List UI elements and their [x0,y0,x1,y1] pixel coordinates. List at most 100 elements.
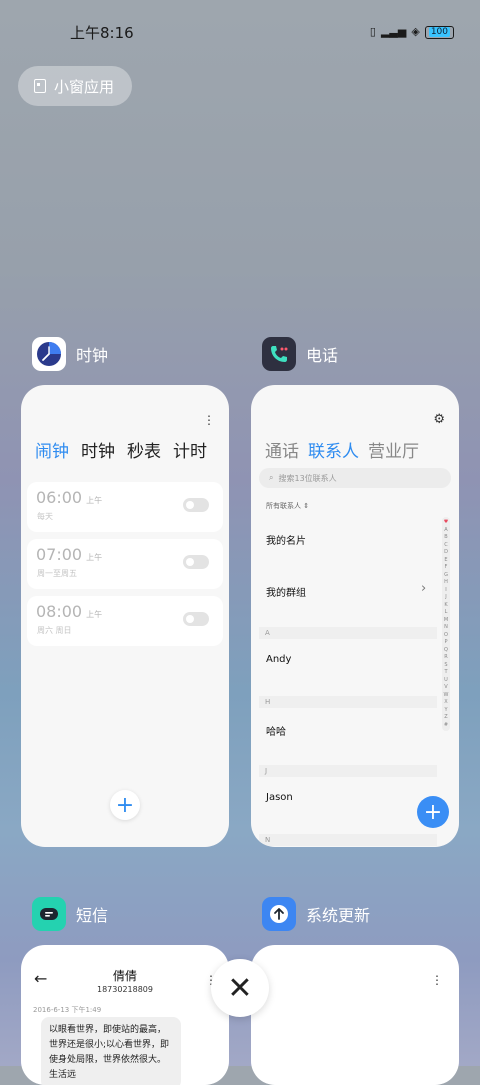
alphabet-index-letter[interactable]: C [444,542,448,550]
status-icons: ▯ ▂▃▅ ◈ 100 [370,24,454,40]
contact-item-andy[interactable]: Andy [266,654,291,665]
update-app-icon [262,897,296,931]
more-icon[interactable]: ⋮ [431,973,443,987]
small-window-icon [34,79,46,93]
alphabet-index-letter[interactable]: G [444,572,448,580]
alphabet-index-letter[interactable]: ♥ [444,519,448,527]
alphabet-index-letter[interactable]: I [445,587,446,595]
sms-contact-name: 倩倩 [112,969,137,983]
alarm-repeat: 周一至周五 [37,569,77,578]
tab-alarm[interactable]: 闹钟 [35,437,69,462]
my-groups-item[interactable]: 我的群组 [266,584,306,599]
phone-app-header[interactable]: 电话 [262,337,338,371]
contact-filter-dropdown[interactable]: 所有联系人 ⇕ [266,501,309,511]
tab-stopwatch[interactable]: 秒表 [127,437,161,462]
chevron-updown-icon: ⇕ [301,502,310,510]
phone-app-icon [262,337,296,371]
add-contact-button[interactable]: + [417,796,449,828]
alphabet-index-letter[interactable]: V [444,684,447,692]
alphabet-index-letter[interactable]: Z [444,714,447,722]
add-alarm-button[interactable]: + [110,790,140,820]
alphabet-index-letter[interactable]: B [444,534,447,542]
alphabet-index-letter[interactable]: M [444,617,448,625]
alarm-item[interactable]: 08:00 上午 周六 周日 [27,596,223,646]
clock-app-header[interactable]: 时钟 [32,337,108,371]
phone-tabs: 通话 联系人 营业厅 [265,437,419,462]
alarm-time: 08:00 [36,602,83,621]
alphabet-index-letter[interactable]: J [445,594,446,602]
sms-contact-number: 18730218809 [97,985,153,994]
vibrate-icon: ▯ [369,25,376,38]
alphabet-index-letter[interactable]: F [445,564,448,572]
alarm-item[interactable]: 07:00 上午 周一至周五 [27,539,223,589]
section-header-a: A [259,627,437,639]
contact-filter-label: 所有联系人 [266,502,301,510]
alphabet-index[interactable]: ♥ A B C D E F G H I J K L M N O P Q R S T U V W X Y Z # [442,517,450,731]
alphabet-index-letter[interactable]: N [444,624,448,632]
alarm-ampm: 上午 [86,496,103,505]
alphabet-index-letter[interactable]: L [445,609,448,617]
alphabet-index-letter[interactable]: U [444,677,448,685]
sms-app-icon [32,897,66,931]
update-app-card[interactable]: ⋮ [251,945,459,1085]
alarm-time-wrap: 06:00 上午 [36,488,102,507]
update-app-header[interactable]: 系统更新 [262,897,370,931]
alarm-time: 07:00 [36,545,83,564]
alarm-toggle[interactable] [183,498,209,512]
more-icon[interactable]: ⋮ [203,413,215,427]
alarm-time-wrap: 07:00 上午 [36,545,102,564]
update-app-name: 系统更新 [306,906,371,925]
alphabet-index-letter[interactable]: # [444,722,448,730]
search-icon: ⌕ [269,473,274,482]
message-bubble[interactable]: 以眼看世界，即使站的最高，世界还是很小;以心看世界，即使身处局限，世界依然很大。… [41,1017,181,1085]
contact-item-haha[interactable]: 哈哈 [266,723,286,738]
alarm-toggle[interactable] [183,555,209,569]
sms-app-name: 短信 [76,906,109,925]
alarm-ampm: 上午 [86,610,103,619]
alarm-ampm: 上午 [86,553,103,562]
clear-all-button[interactable]: ✕ [211,959,269,1017]
alphabet-index-letter[interactable]: K [444,602,447,610]
sms-app-header[interactable]: 短信 [32,897,108,931]
alphabet-index-letter[interactable]: Q [444,647,448,655]
tab-calls[interactable]: 通话 [265,437,299,462]
alphabet-index-letter[interactable]: Y [444,707,447,715]
section-header-h: H [259,696,437,708]
contact-item-jason[interactable]: Jason [266,792,293,803]
settings-gear-icon[interactable]: ⚙ [433,412,445,427]
tab-service-hall[interactable]: 营业厅 [368,437,419,462]
sms-app-card[interactable]: ← 倩倩 18730218809 ⋮ 2016-6-13 下午1:49 以眼看世… [21,945,229,1085]
alphabet-index-letter[interactable]: P [444,639,447,647]
message-timestamp: 2016-6-13 下午1:49 [33,1006,102,1014]
alphabet-index-letter[interactable]: H [444,579,448,587]
alphabet-index-letter[interactable]: T [444,669,447,677]
phone-app-name: 电话 [306,346,339,365]
alphabet-index-letter[interactable]: D [444,549,448,557]
alphabet-index-letter[interactable]: S [444,662,447,670]
clock-app-card[interactable]: ⋮ 闹钟 时钟 秒表 计时 06:00 上午 每天 07:00 上午 周一至周五 0… [21,385,229,847]
battery-icon: 100 [424,25,454,39]
tab-timer[interactable]: 计时 [173,437,207,462]
alphabet-index-letter[interactable]: O [444,632,448,640]
alphabet-index-letter[interactable]: R [444,654,447,662]
phone-app-card[interactable]: ⚙ 通话 联系人 营业厅 ⌕ 搜索13位联系人 所有联系人 ⇕ 我的名片 我的群… [251,385,459,847]
tab-contacts[interactable]: 联系人 [308,437,359,462]
alphabet-index-letter[interactable]: X [444,699,447,707]
small-window-label: 小窗应用 [54,77,115,96]
alphabet-index-letter[interactable]: E [444,557,447,565]
clock-app-name: 时钟 [76,346,109,365]
small-window-button[interactable]: 小窗应用 [18,66,132,106]
alphabet-index-letter[interactable]: A [444,527,447,535]
tab-clock[interactable]: 时钟 [81,437,115,462]
chevron-right-icon: › [421,581,427,596]
alphabet-index-letter[interactable]: W [444,692,449,700]
alarm-item[interactable]: 06:00 上午 每天 [27,482,223,532]
contact-search-input[interactable]: ⌕ 搜索13位联系人 [259,468,451,488]
signal-icon: ▂▃▅ [380,25,407,38]
section-header-j: J [259,765,437,777]
my-card-item[interactable]: 我的名片 [266,532,306,547]
alarm-time: 06:00 [36,488,83,507]
clock-tabs: 闹钟 时钟 秒表 计时 [35,437,207,462]
alarm-toggle[interactable] [183,612,209,626]
clock-app-icon [32,337,66,371]
